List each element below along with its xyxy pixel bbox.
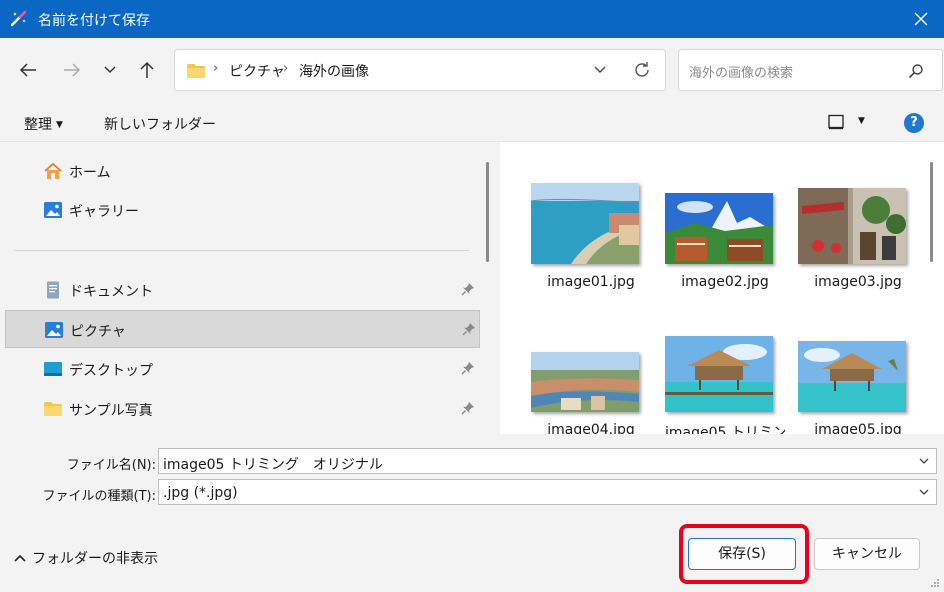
new-folder-button[interactable]: 新しいフォルダー bbox=[104, 114, 216, 134]
image-thumbnail bbox=[531, 352, 639, 412]
organize-menu[interactable]: 整理 ▼ bbox=[24, 114, 63, 134]
sidebar-item-gallery[interactable]: ギャラリー bbox=[5, 191, 480, 229]
save-fields: ファイル名(N): image05 トリミング オリジナル ファイルの種類(T)… bbox=[0, 434, 944, 514]
resize-grip-icon[interactable] bbox=[930, 578, 940, 588]
chevron-down-icon bbox=[104, 66, 116, 73]
save-button-highlight bbox=[679, 524, 809, 584]
pin-icon[interactable] bbox=[461, 361, 475, 375]
address-dropdown-icon[interactable] bbox=[593, 63, 607, 77]
sidebar-item-desktop[interactable]: デスクトップ bbox=[5, 350, 480, 388]
sidebar-divider bbox=[14, 250, 469, 251]
filetype-value: .jpg (*.jpg) bbox=[163, 485, 238, 501]
file-name: image01.jpg bbox=[547, 274, 635, 290]
search-box[interactable]: 海外の画像の検索 bbox=[678, 49, 943, 91]
file-list: image01.jpg image02.jpg image03.jpg imag… bbox=[500, 142, 944, 434]
sidebar-item-pictures[interactable]: ピクチャ bbox=[5, 310, 480, 348]
view-icon[interactable] bbox=[828, 114, 844, 130]
search-placeholder: 海外の画像の検索 bbox=[689, 66, 794, 81]
refresh-icon[interactable] bbox=[633, 61, 651, 79]
file-name: image04.jpg bbox=[547, 422, 635, 434]
up-button[interactable] bbox=[134, 58, 160, 82]
filetype-select[interactable]: .jpg (*.jpg) bbox=[158, 479, 937, 505]
image-thumbnail bbox=[531, 183, 639, 264]
sidebar-item-sample-photos[interactable]: サンプル写真 bbox=[5, 390, 480, 428]
sidebar-scrollbar[interactable] bbox=[486, 162, 489, 262]
pictures-icon bbox=[45, 322, 63, 338]
cancel-button[interactable]: キャンセル bbox=[814, 538, 920, 570]
window-title: 名前を付けて保存 bbox=[38, 13, 150, 29]
arrow-left-icon bbox=[19, 63, 36, 77]
sidebar-item-label: ホーム bbox=[69, 165, 111, 181]
navigation-pane: ホーム ギャラリー ドキュメント ピクチャ デスクトップ サンプル写真 bbox=[0, 142, 497, 434]
filename-label: ファイル名(N): bbox=[66, 458, 156, 473]
pin-icon[interactable] bbox=[461, 401, 475, 415]
file-name: image05 トリミン bbox=[665, 425, 785, 434]
sidebar-item-label: サンプル写真 bbox=[69, 403, 153, 419]
recent-locations-button[interactable] bbox=[97, 58, 123, 82]
back-button[interactable] bbox=[15, 58, 41, 82]
title-bar: 名前を付けて保存 bbox=[0, 0, 944, 38]
image-thumbnail bbox=[798, 188, 906, 264]
command-toolbar: 整理 ▼ 新しいフォルダー ▼ ? bbox=[0, 102, 944, 142]
chevron-down-icon[interactable] bbox=[918, 455, 930, 467]
sidebar-item-label: ピクチャ bbox=[70, 324, 126, 340]
file-name: image05.jpg bbox=[814, 422, 902, 434]
help-button[interactable]: ? bbox=[904, 113, 924, 133]
app-icon bbox=[10, 10, 27, 27]
gallery-icon bbox=[44, 202, 62, 218]
filename-value: image05 トリミング オリジナル bbox=[163, 457, 383, 473]
address-bar[interactable]: › ピクチャ › 海外の画像 bbox=[174, 49, 666, 91]
breadcrumb-current-folder[interactable]: 海外の画像 bbox=[299, 61, 369, 81]
navigation-bar: › ピクチャ › 海外の画像 海外の画像の検索 bbox=[0, 38, 944, 102]
filename-input[interactable]: image05 トリミング オリジナル bbox=[158, 448, 937, 474]
folder-icon bbox=[187, 64, 205, 78]
caret-down-icon: ▼ bbox=[56, 120, 63, 130]
close-button[interactable] bbox=[898, 0, 944, 38]
breadcrumb-separator-icon: › bbox=[213, 61, 219, 76]
pin-icon[interactable] bbox=[461, 282, 475, 296]
sidebar-item-home[interactable]: ホーム bbox=[5, 152, 480, 190]
chevron-down-icon[interactable] bbox=[918, 486, 930, 498]
filetype-label: ファイルの種類(T): bbox=[42, 489, 156, 504]
close-icon bbox=[914, 12, 928, 26]
breadcrumb-pictures[interactable]: ピクチャ bbox=[229, 61, 285, 81]
sidebar-item-documents[interactable]: ドキュメント bbox=[5, 271, 480, 309]
image-thumbnail bbox=[665, 336, 773, 412]
hide-folders-toggle[interactable]: フォルダーの非表示 bbox=[14, 548, 158, 568]
arrow-right-icon bbox=[64, 63, 81, 77]
sidebar-item-label: ギャラリー bbox=[69, 204, 139, 220]
pin-icon[interactable] bbox=[462, 322, 476, 336]
file-name: image02.jpg bbox=[681, 274, 769, 290]
arrow-up-icon bbox=[140, 61, 154, 78]
desktop-icon bbox=[44, 362, 62, 376]
sidebar-item-label: デスクトップ bbox=[69, 363, 153, 379]
search-icon bbox=[908, 64, 923, 79]
home-icon bbox=[44, 162, 62, 179]
image-thumbnail bbox=[798, 341, 906, 412]
forward-button[interactable] bbox=[59, 58, 85, 82]
file-name: image03.jpg bbox=[814, 274, 902, 290]
sidebar-item-label: ドキュメント bbox=[69, 284, 153, 300]
content-scrollbar[interactable] bbox=[930, 162, 933, 262]
document-icon bbox=[47, 281, 59, 299]
view-dropdown-icon[interactable]: ▼ bbox=[858, 116, 865, 126]
chevron-up-icon bbox=[14, 554, 26, 562]
breadcrumb-separator-icon: › bbox=[283, 61, 289, 76]
folder-icon bbox=[44, 402, 62, 416]
image-thumbnail bbox=[665, 193, 773, 264]
